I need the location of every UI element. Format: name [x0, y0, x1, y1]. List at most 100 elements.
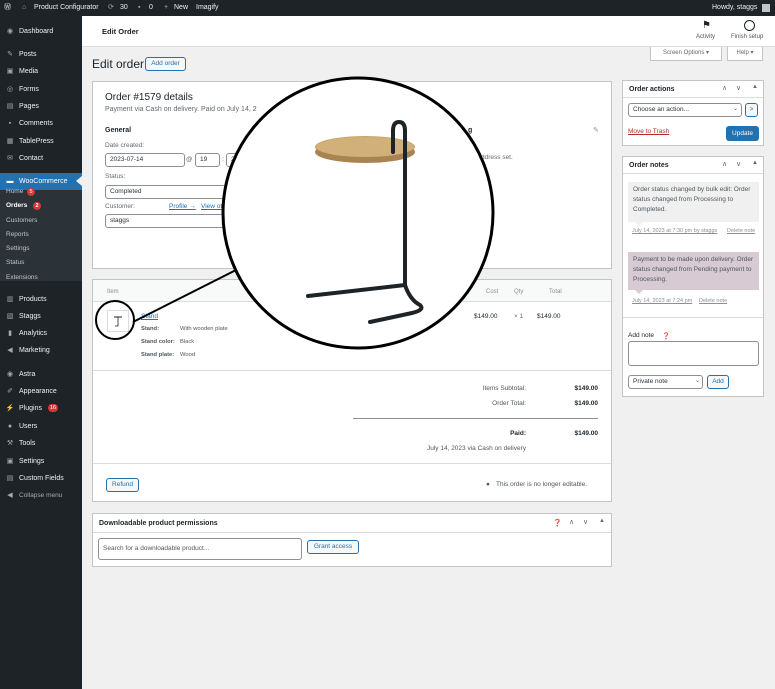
- submenu-item-label: Extensions: [6, 274, 38, 281]
- sidebar-item-dashboard[interactable]: ◉ Dashboard: [0, 23, 82, 40]
- updates-count[interactable]: 30: [120, 0, 128, 16]
- sidebar-item-comments[interactable]: ▪ Comments: [0, 115, 82, 132]
- page-title: Edit order: [92, 57, 145, 71]
- chevron-down-icon[interactable]: ∨: [736, 160, 741, 168]
- status-select[interactable]: Completed: [105, 185, 230, 199]
- toggle-arrow-icon[interactable]: ▲: [752, 160, 758, 166]
- add-note-button[interactable]: Add: [707, 375, 729, 389]
- sidebar-item-pages[interactable]: ▤ Pages: [0, 98, 82, 115]
- imagify-link[interactable]: Imagify: [196, 0, 219, 16]
- sidebar-item-products[interactable]: ▥ Products: [0, 291, 82, 308]
- sidebar-item-label: Comments: [19, 120, 53, 127]
- new-link[interactable]: New: [174, 0, 188, 16]
- toggle-arrow-icon[interactable]: ▲: [752, 84, 758, 90]
- total-column-header: Total: [549, 289, 562, 295]
- add-note-textarea[interactable]: [628, 341, 759, 366]
- grant-access-button[interactable]: Grant access: [307, 540, 359, 554]
- product-name-link[interactable]: Stand: [141, 313, 158, 320]
- comments-count[interactable]: 0: [149, 0, 153, 16]
- sidebar-item-tablepress[interactable]: ▦ TablePress: [0, 133, 82, 150]
- sidebar-item-custom-fields[interactable]: ▤ Custom Fields: [0, 470, 82, 487]
- delete-note-link[interactable]: Delete note: [699, 298, 727, 304]
- updates-icon[interactable]: ⟳: [108, 0, 114, 16]
- sidebar-item-media[interactable]: ▣ Media: [0, 63, 82, 80]
- divider: [93, 463, 611, 464]
- sidebar-item-forms[interactable]: ◎ Forms: [0, 81, 82, 98]
- update-button[interactable]: Update: [726, 126, 759, 141]
- view-orders-link[interactable]: View ot: [201, 203, 222, 210]
- item-total: $149.00: [537, 313, 561, 320]
- admin-sidebar: ◉ Dashboard ✎ Posts ▣ Media ◎ Forms ▤ Pages ▪ Comme…: [0, 16, 82, 689]
- progress-icon[interactable]: [744, 20, 755, 31]
- sidebar-item-staggs[interactable]: ▧ Staggs: [0, 308, 82, 325]
- chevron-down-icon[interactable]: ⌄: [733, 105, 738, 112]
- chevron-down-icon[interactable]: ∨: [736, 84, 741, 92]
- sidebar-item-appearance[interactable]: ✐ Appearance: [0, 383, 82, 400]
- sidebar-item-users[interactable]: ● Users: [0, 418, 82, 435]
- media-icon: ▣: [6, 68, 14, 75]
- help-icon[interactable]: ❓: [553, 519, 562, 527]
- order-action-select[interactable]: Choose an action...: [628, 103, 742, 117]
- info-icon: ●: [486, 481, 490, 488]
- move-to-trash-link[interactable]: Move to Trash: [628, 128, 669, 135]
- product-thumbnail[interactable]: [107, 310, 129, 332]
- divider: [623, 97, 763, 98]
- customer-select[interactable]: staggs: [105, 214, 230, 228]
- submenu-item-home[interactable]: Home 5: [0, 185, 82, 199]
- submenu-item-label: Customers: [6, 217, 38, 224]
- date-input[interactable]: 2023-07-14: [105, 153, 185, 167]
- submenu-item-customers[interactable]: Customers: [0, 214, 82, 228]
- plus-icon[interactable]: +: [164, 0, 168, 16]
- meta-key: Stand:: [141, 326, 160, 332]
- submenu-item-orders[interactable]: Orders 2: [0, 199, 82, 213]
- header-title: Edit Order: [102, 27, 139, 36]
- help-icon[interactable]: ❓: [662, 332, 670, 340]
- finish-setup-button[interactable]: Finish setup: [731, 34, 763, 40]
- user-greeting[interactable]: Howdy, staggs: [712, 0, 757, 16]
- flag-icon[interactable]: ⚑: [702, 20, 711, 31]
- chevron-up-icon[interactable]: ∧: [569, 518, 574, 526]
- sidebar-item-tools[interactable]: ⚒ Tools: [0, 435, 82, 452]
- chevron-up-icon[interactable]: ∧: [722, 84, 727, 92]
- sidebar-item-analytics[interactable]: ▮ Analytics: [0, 325, 82, 342]
- submenu-item-reports[interactable]: Reports: [0, 228, 82, 242]
- general-heading: General: [105, 127, 132, 134]
- refund-button[interactable]: Refund: [106, 478, 139, 492]
- minute-input[interactable]: 2: [226, 153, 240, 167]
- screen-options-tab[interactable]: Screen Options ▾: [650, 47, 722, 61]
- sidebar-item-posts[interactable]: ✎ Posts: [0, 46, 82, 63]
- downloadable-product-search[interactable]: Search for a downloadable product...: [98, 538, 302, 560]
- go-button[interactable]: >: [745, 103, 758, 117]
- chevron-down-icon[interactable]: ⌄: [695, 377, 700, 384]
- comment-icon[interactable]: ▪: [138, 0, 140, 16]
- paid-label: Paid:: [510, 430, 526, 437]
- submenu-item-extensions[interactable]: Extensions: [0, 271, 82, 285]
- submenu-item-status[interactable]: Status: [0, 256, 82, 270]
- help-tab[interactable]: Help ▾: [727, 47, 763, 61]
- note-type-select[interactable]: Private note: [628, 375, 703, 389]
- not-editable-text: This order is no longer editable.: [496, 481, 588, 488]
- submenu-item-settings[interactable]: Settings: [0, 242, 82, 256]
- toggle-arrow-icon[interactable]: ▲: [599, 518, 605, 524]
- profile-link[interactable]: Profile →: [169, 203, 196, 210]
- sidebar-item-settings[interactable]: ▣ Settings: [0, 453, 82, 470]
- avatar[interactable]: [762, 4, 770, 12]
- submenu-item-label: Reports: [6, 231, 29, 238]
- chevron-down-icon[interactable]: ∨: [583, 518, 588, 526]
- sidebar-item-marketing[interactable]: ◀ Marketing: [0, 342, 82, 359]
- sidebar-item-plugins[interactable]: ⚡ Plugins 16: [0, 400, 82, 417]
- order-notes-panel: Order notes ∧ ∨ ▲ Order status changed b…: [622, 156, 764, 397]
- wordpress-logo-icon[interactable]: Ⓦ: [4, 0, 11, 16]
- activity-button[interactable]: Activity: [696, 34, 715, 40]
- edit-pencil-icon[interactable]: ✎: [593, 126, 599, 134]
- hour-input[interactable]: 19: [195, 153, 220, 167]
- sidebar-item-collapse-menu[interactable]: ◀ Collapse menu: [0, 487, 82, 504]
- sidebar-item-contact[interactable]: ✉ Contact: [0, 150, 82, 167]
- astra-icon: ◉: [6, 371, 14, 378]
- site-name-link[interactable]: Product Configurator: [34, 0, 99, 16]
- chevron-up-icon[interactable]: ∧: [722, 160, 727, 168]
- add-order-button[interactable]: Add order: [145, 57, 186, 71]
- sidebar-item-astra[interactable]: ◉ Astra: [0, 366, 82, 383]
- sidebar-item-label: Analytics: [19, 330, 48, 337]
- delete-note-link[interactable]: Delete note: [727, 228, 755, 234]
